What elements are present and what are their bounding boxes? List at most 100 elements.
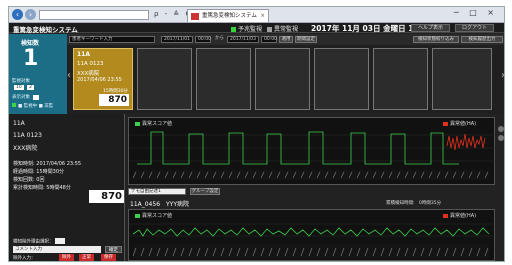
comment-input[interactable]: コメント入力 — [13, 246, 101, 253]
time-axis-top — [133, 170, 489, 180]
back-icon[interactable]: ‹ — [12, 9, 23, 20]
exclude-select[interactable] — [54, 238, 65, 244]
comment-confirm-button[interactable]: 確定 — [105, 246, 122, 253]
time-from-field[interactable]: 00:00 — [195, 36, 211, 43]
scroll-right-icon[interactable]: › — [501, 70, 504, 81]
patient-info-bar: 11A_0456 YYY病院 累積検知時間: 0時間35分 — [128, 198, 495, 208]
legend-alert-bottom-text: 異常値(HA) — [450, 213, 477, 219]
monitor-label: 異常監視 — [274, 26, 299, 33]
browser-window: ‹ › ρ - ≙ C 重篤急変検知システム × ─ □ × 重篤急変検知システ… — [8, 6, 505, 262]
detected-row: 検知時刻: 2017/04/06 23:55 — [13, 160, 81, 167]
exclude-button[interactable]: 除外 — [59, 254, 74, 261]
chip-b[interactable]: 2 — [27, 85, 35, 90]
patient-card-empty[interactable] — [373, 48, 428, 110]
alarm-label: 予兆監視 — [238, 26, 263, 33]
cumulative-time: 累積検知時間: 0時間35分 — [386, 201, 442, 206]
display-toggle[interactable] — [33, 95, 39, 100]
chart-plot-bottom — [129, 223, 496, 258]
monitor-target-chips: 10 2 — [12, 85, 35, 90]
detail-name: XXX病院 — [13, 145, 38, 152]
total-row: 累計検知時間: 5時間48分 — [13, 184, 71, 191]
date-to-field[interactable]: 2017/11/03 — [227, 36, 259, 43]
close-tab-icon[interactable]: × — [260, 10, 265, 22]
patient-detail-panel: 11A 11A 0123 XXX病院 検知時刻: 2017/04/06 23:5… — [9, 114, 125, 261]
score-line-bottom — [132, 227, 490, 237]
card-timestamp: 2017/04/06 23:55 — [77, 77, 122, 83]
patient-card-strip: ‹ 11A 11A 0123 XXX病院 2017/04/06 23:55 15… — [67, 45, 504, 114]
chart-vertical-scroll[interactable] — [498, 126, 504, 166]
legend-swatch-green — [135, 121, 140, 126]
pending-count: 1 — [23, 46, 39, 71]
patient-card-empty[interactable] — [314, 48, 369, 110]
patient-line: 11A_0456 YYY病院 — [130, 201, 190, 208]
apply-button[interactable]: 適用 — [279, 36, 293, 43]
patient-card-empty[interactable] — [137, 48, 192, 110]
elapsed-label: 経過時間: — [13, 169, 35, 175]
count-value: 0回 — [36, 177, 45, 183]
alert-line-top — [446, 133, 486, 151]
detail-score: 870 — [89, 190, 124, 203]
summary-panel: 検知数 1 監視対象 10 2 表示対象 ■ 監視中 ■ 非監 — [9, 34, 67, 114]
group-settings-button[interactable]: グループ設定 — [190, 188, 220, 195]
date-from-field[interactable]: 2017/11/01 — [161, 36, 193, 43]
score-chart-top: 異常スコア値 異常値(HA) — [128, 117, 496, 185]
legend-row: ■ 監視中 ■ 非監 — [12, 103, 53, 109]
card-id: 11A — [77, 51, 90, 58]
monitoring-dot-icon — [12, 103, 16, 107]
chart-area: 異常スコア値 異常値(HA) デモ自由記述1 グループ設定 11A_0456 Y… — [125, 114, 504, 261]
legend-score-top: 異常スコア値 — [135, 120, 172, 127]
score-chart-bottom: 異常スコア値 異常値(HA) — [128, 209, 496, 261]
display-target-row: 表示対象 — [12, 94, 39, 100]
detail-id: 11A — [13, 120, 25, 127]
chip-a[interactable]: 10 — [14, 85, 24, 90]
count-label: 検知回数: — [13, 177, 35, 183]
app-header: 重篤急変検知システム 予兆監視 異常監視 2017年 11月 03日 金曜日 1… — [9, 23, 504, 34]
detected-label: 検知時刻: — [13, 161, 35, 167]
detected-value: 2017/04/06 23:55 — [36, 161, 82, 167]
display-target-label: 表示対象 — [12, 95, 30, 100]
patient-card-selected[interactable]: 11A 11A 0123 XXX病院 2017/04/06 23:55 15時間… — [73, 48, 133, 110]
app-title: 重篤急変検知システム — [13, 26, 78, 34]
total-value: 5時間48分 — [46, 185, 71, 191]
group-select[interactable]: デモ自由記述1 — [128, 188, 186, 195]
monitor-target-label: 監視対象 — [12, 79, 30, 84]
alarm-status-icon — [231, 27, 236, 32]
zoom-in-icon[interactable] — [498, 126, 504, 132]
monitor-target-row: 監視対象 — [12, 78, 30, 84]
legend-score-top-text: 異常スコア値 — [142, 121, 173, 127]
search-input[interactable]: 患者キーワード入力 — [69, 36, 155, 43]
alarm-indicator[interactable]: 予兆監視 — [231, 24, 262, 33]
export-button[interactable]: 検知履歴出力 — [461, 36, 503, 43]
patient-card-empty[interactable] — [432, 48, 492, 110]
normal-button[interactable]: 正常 — [79, 254, 94, 261]
exclude-reason-row: 検知除外理由選択： — [13, 238, 65, 245]
elapsed-value: 15時間30分 — [36, 169, 65, 175]
tab-active[interactable]: 重篤急変検知システム × — [187, 9, 269, 22]
help-button[interactable]: ヘルプ表示 — [411, 24, 451, 32]
patient-card-empty[interactable] — [255, 48, 310, 110]
tab-title: 重篤急変検知システム — [202, 13, 257, 19]
legend-swatch-red — [443, 213, 448, 218]
time-to-field[interactable]: 00:00 — [261, 36, 277, 43]
patient-select-bar: デモ自由記述1 グループ設定 — [128, 187, 495, 197]
legend-alert-bottom: 異常値(HA) — [443, 212, 476, 219]
count-row: 検知回数: 0回 — [13, 176, 44, 183]
browser-chrome: ‹ › ρ - ≙ C 重篤急変検知システム × ─ □ × — [9, 7, 504, 23]
chart-plot-top — [129, 131, 496, 180]
elapsed-row: 経過時間: 15時間30分 — [13, 168, 64, 175]
patient-card-empty[interactable] — [196, 48, 251, 110]
legend-score-bottom-text: 異常スコア値 — [142, 213, 173, 219]
filter-button[interactable]: 検知状態絞り込み — [413, 36, 459, 43]
logout-button[interactable]: ログアウト — [455, 24, 495, 32]
card-bed: 11A 0123 — [77, 61, 104, 67]
range-word: から — [213, 36, 225, 43]
save-button[interactable]: 保存 — [101, 254, 116, 261]
zoom-out-icon[interactable] — [498, 135, 504, 141]
monitor-indicator[interactable]: 異常監視 — [267, 24, 298, 33]
forward-icon[interactable]: › — [25, 9, 36, 20]
window-controls[interactable]: ─ □ × — [454, 8, 498, 17]
scroll-left-icon[interactable]: ‹ — [67, 70, 71, 81]
address-bar[interactable] — [39, 10, 149, 20]
period-button[interactable]: 期間設定 — [295, 36, 317, 43]
legend-swatch-green — [135, 213, 140, 218]
